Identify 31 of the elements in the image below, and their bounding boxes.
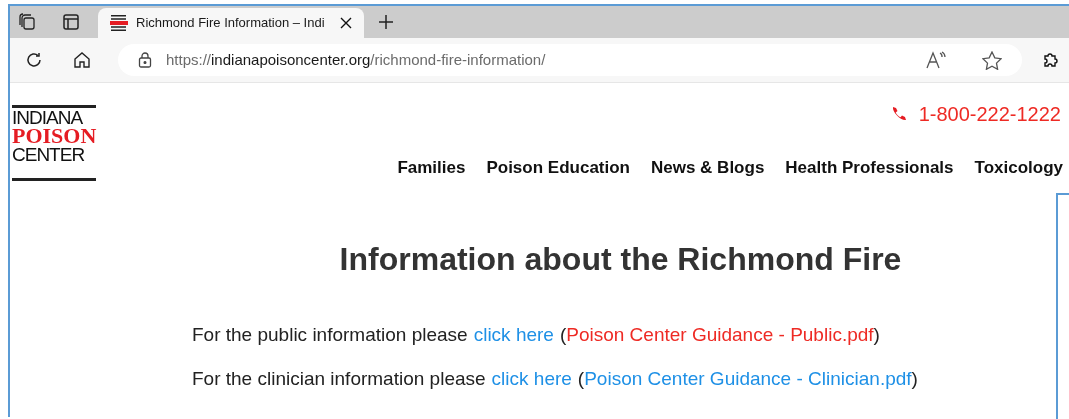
favorite-star-icon[interactable]	[982, 50, 1002, 70]
close-paren: )	[873, 322, 880, 347]
nav-link[interactable]: News & Blogs	[651, 155, 765, 181]
read-aloud-icon[interactable]	[926, 51, 946, 69]
close-paren: )	[911, 367, 918, 391]
url-text: https://indianapoisoncenter.org/richmond-fire-information/	[166, 49, 547, 70]
close-icon[interactable]	[340, 17, 352, 29]
phone-icon	[890, 106, 907, 122]
open-paren: (	[559, 322, 567, 347]
info-text: For the public information please	[192, 322, 468, 347]
site-logo[interactable]: INDIANA POISON CENTER	[12, 105, 96, 181]
nav-link[interactable]: Toxicology	[974, 155, 1063, 181]
new-tab-icon[interactable]	[378, 14, 394, 30]
address-bar[interactable]: https://indianapoisoncenter.org/richmond-fire-information/	[118, 44, 1022, 76]
nav-link[interactable]: Poison Education	[486, 155, 630, 181]
nav-link[interactable]: Health Professionals	[785, 155, 954, 181]
info-text: For the clinician information please	[192, 367, 486, 391]
tab-title: Richmond Fire Information – Indi	[136, 14, 326, 33]
pdf-link[interactable]: Poison Center Guidance - Public.pdf	[566, 320, 874, 349]
tab-actions-icon[interactable]	[18, 13, 36, 31]
home-icon[interactable]	[73, 51, 91, 69]
vertical-tabs-icon[interactable]	[63, 14, 79, 30]
browser-tab[interactable]: Richmond Fire Information – Indi	[98, 8, 364, 38]
puzzle-piece-icon[interactable]	[1042, 51, 1060, 69]
page-heading: Information about the Richmond Fire	[338, 239, 903, 279]
open-paren: (	[577, 367, 585, 391]
lock-icon	[138, 52, 152, 68]
refresh-icon[interactable]	[25, 51, 43, 69]
logo-favicon-icon	[110, 15, 128, 31]
phone-number[interactable]: 1-800-222-1222	[918, 99, 1061, 129]
nav-link[interactable]: Families	[397, 155, 466, 181]
